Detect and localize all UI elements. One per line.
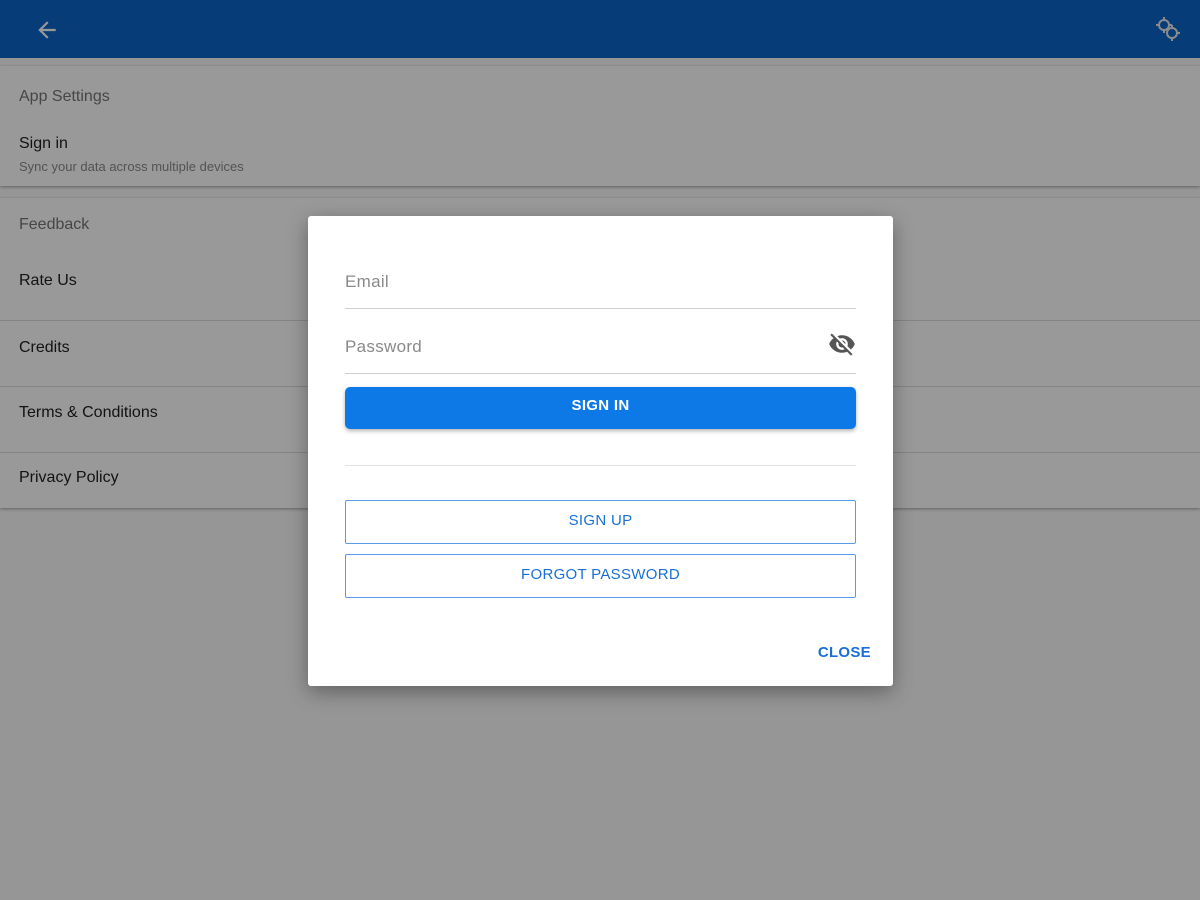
visibility-off-icon[interactable] bbox=[828, 330, 856, 358]
sign-in-button[interactable]: SIGN IN bbox=[345, 387, 856, 429]
close-button[interactable]: CLOSE bbox=[818, 644, 871, 661]
email-field[interactable]: Email bbox=[345, 250, 856, 309]
app-root: App Settings Sign in Sync your data acro… bbox=[0, 0, 1200, 900]
email-placeholder: Email bbox=[345, 272, 390, 291]
divider bbox=[345, 465, 856, 466]
password-placeholder: Password bbox=[345, 337, 423, 356]
password-field[interactable]: Password bbox=[345, 315, 856, 374]
sign-in-dialog: Email Password SIGN IN SIGN UP FORGOT PA… bbox=[308, 216, 893, 686]
sign-up-button[interactable]: SIGN UP bbox=[345, 500, 856, 544]
forgot-password-button[interactable]: FORGOT PASSWORD bbox=[345, 554, 856, 598]
